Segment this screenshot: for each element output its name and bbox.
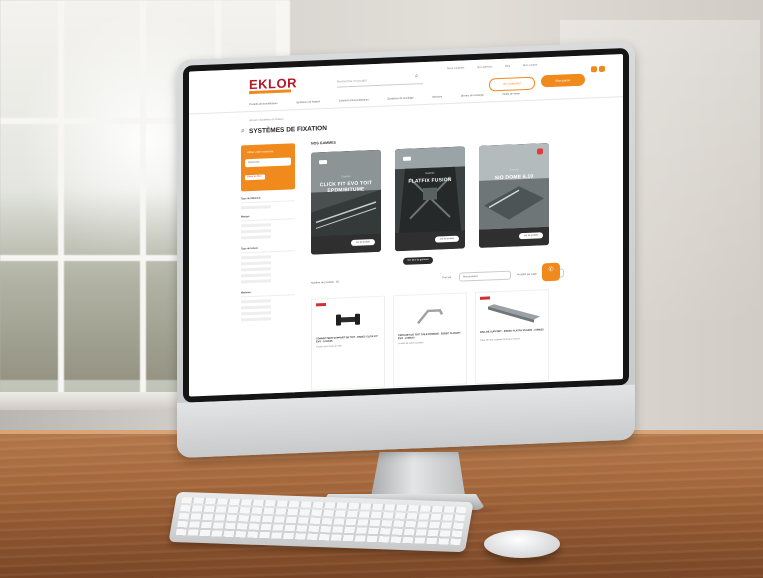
sort-select[interactable]: Plus pertinent (459, 270, 511, 282)
product-image (336, 313, 360, 326)
section-title: NOS GAMMES (311, 140, 336, 146)
facet-brand[interactable]: Marque (241, 213, 295, 242)
heart-icon[interactable] (537, 148, 543, 155)
facet-option (241, 235, 271, 240)
language-icon[interactable] (599, 65, 605, 73)
flag-icon[interactable] (591, 66, 597, 73)
search-icon[interactable]: ⌕ (415, 73, 418, 80)
cart-button[interactable]: Mon panier (541, 73, 585, 88)
range-card[interactable]: Gamme CLICK FIT EVO TOIT EPDM/BITUME Voi… (311, 149, 381, 255)
facet-title: Type de bâtiment (241, 195, 295, 204)
facet-building[interactable]: Type de bâtiment (241, 195, 295, 212)
facet-option (241, 299, 271, 304)
range-card-name: CLICK FIT EVO TOIT EPDM/BITUME (319, 180, 373, 194)
search-input[interactable]: Rechercher un produit (337, 73, 423, 88)
facet-option (241, 223, 271, 228)
more-ranges-button[interactable]: Voir plus de gammes (403, 256, 433, 265)
view-products-button[interactable]: Voir les produits (435, 235, 459, 243)
brand-logo (316, 303, 326, 307)
product-image (488, 304, 540, 323)
brand-badge (319, 159, 327, 165)
breadcrumb[interactable]: Accueil / Systèmes de fixation (249, 118, 283, 122)
login-button[interactable]: Se connecter (489, 76, 535, 92)
util-link-agencies[interactable]: Nos agences (477, 65, 492, 69)
product-card[interactable]: CONNECTEUR SUPPORT DE TOIT - ESDEC CLICK… (311, 295, 385, 391)
facet-option (241, 267, 271, 272)
phone-icon: ✆ (548, 266, 554, 274)
filter-sidebar: Affiner votre recherche Recherche Efface… (241, 143, 295, 396)
facet-title: Matériau (241, 289, 295, 298)
nav-item-pv-solutions[interactable]: Solutions photovoltaïques (339, 98, 369, 102)
per-page-label: Produits par page (517, 272, 537, 277)
mouse (484, 530, 560, 558)
nav-item-pv-products[interactable]: Produits photovoltaïques (249, 102, 278, 106)
product-name[interactable]: CROCHET DE TOIT TUILE ROMANE - ESDEC CLI… (398, 332, 462, 341)
view-products-button[interactable]: Voir les produits (519, 232, 543, 240)
util-link-blog[interactable]: Blog (505, 65, 510, 68)
product-subtitle: Pièce de base systèmes de fixation toit … (480, 338, 520, 342)
facet-option (241, 261, 271, 266)
window-mullion-v2 (140, 0, 146, 400)
keyboard (168, 491, 474, 553)
product-card[interactable]: RAIL DE SUPPORT - ESDEC FLATFIX FUSION -… (475, 289, 549, 385)
nav-item-services[interactable]: Services (432, 95, 442, 98)
facet-option (241, 273, 271, 278)
filter-panel: Affiner votre recherche Recherche Efface… (241, 143, 295, 192)
util-link-contact[interactable]: Nous contacter (447, 66, 464, 70)
product-image (417, 309, 444, 325)
product-name[interactable]: RAIL DE SUPPORT - ESDEC FLATFIX FUSION -… (480, 328, 544, 334)
sort-label: Trier par (442, 275, 452, 280)
nav-item-mounting[interactable]: Systèmes de fixation (296, 100, 320, 104)
facet-title: Marque (241, 213, 295, 222)
product-subtitle: Crochet de toiture ajustable (398, 342, 424, 346)
contact-floating-button[interactable]: ✆ (542, 262, 560, 282)
facet-option (241, 229, 271, 234)
results-count: Nombre de produits : 45 (311, 280, 339, 285)
range-card[interactable]: Gamme SIO DOME 6.10 Voir les produits (479, 143, 549, 248)
nav-item-sales-tools[interactable]: Outils de vente (502, 92, 519, 96)
page-title: SYSTÈMES DE FIXATION (249, 124, 327, 136)
brand-logo (480, 296, 490, 300)
facet-material[interactable]: Matériau (241, 289, 295, 324)
facet-option (241, 305, 271, 310)
brand-badge (403, 156, 411, 161)
utility-badges (589, 59, 605, 78)
utility-links: Nous contacter Nos agences Blog Mon comp… (447, 63, 549, 71)
facet-option (241, 317, 271, 322)
nav-item-charging[interactable]: Bornes de recharge (461, 94, 484, 98)
logo-underline (249, 89, 291, 95)
range-card-image (479, 143, 549, 230)
product-name[interactable]: CONNECTEUR SUPPORT DE TOIT - ESDEC CLICK… (316, 335, 380, 344)
nav-item-storage[interactable]: Systèmes de stockage (387, 96, 413, 100)
filter-search-input[interactable]: Recherche (245, 157, 291, 168)
window-mullion-v1 (58, 0, 64, 400)
facet-option (241, 279, 271, 284)
product-subtitle: Fixation pour toiture en tuile (316, 345, 342, 349)
range-card[interactable]: Gamme FLATFIX FUSION Voir les produits (395, 146, 465, 252)
screen: EKLOR Rechercher un produit ⌕ Nous conta… (189, 54, 623, 397)
facet-option (241, 311, 271, 316)
main-nav: Produits photovoltaïques Systèmes de fix… (249, 92, 538, 106)
clear-filters-chip[interactable]: Effacer les filtres (245, 174, 265, 181)
product-card[interactable]: CROCHET DE TOIT TUILE ROMANE - ESDEC CLI… (393, 292, 467, 388)
facet-roof[interactable]: Type de toiture (241, 245, 295, 286)
util-link-account[interactable]: Mon compte (523, 64, 537, 68)
filter-title: Affiner votre recherche (247, 150, 274, 155)
keyboard-keys (175, 497, 467, 547)
facet-title: Type de toiture (241, 245, 295, 254)
view-products-button[interactable]: Voir les produits (351, 239, 375, 247)
facet-option (241, 205, 271, 210)
monitor: EKLOR Rechercher un produit ⌕ Nous conta… (177, 41, 635, 458)
search-icon: ⌕ (241, 127, 245, 135)
facet-option (241, 255, 271, 260)
